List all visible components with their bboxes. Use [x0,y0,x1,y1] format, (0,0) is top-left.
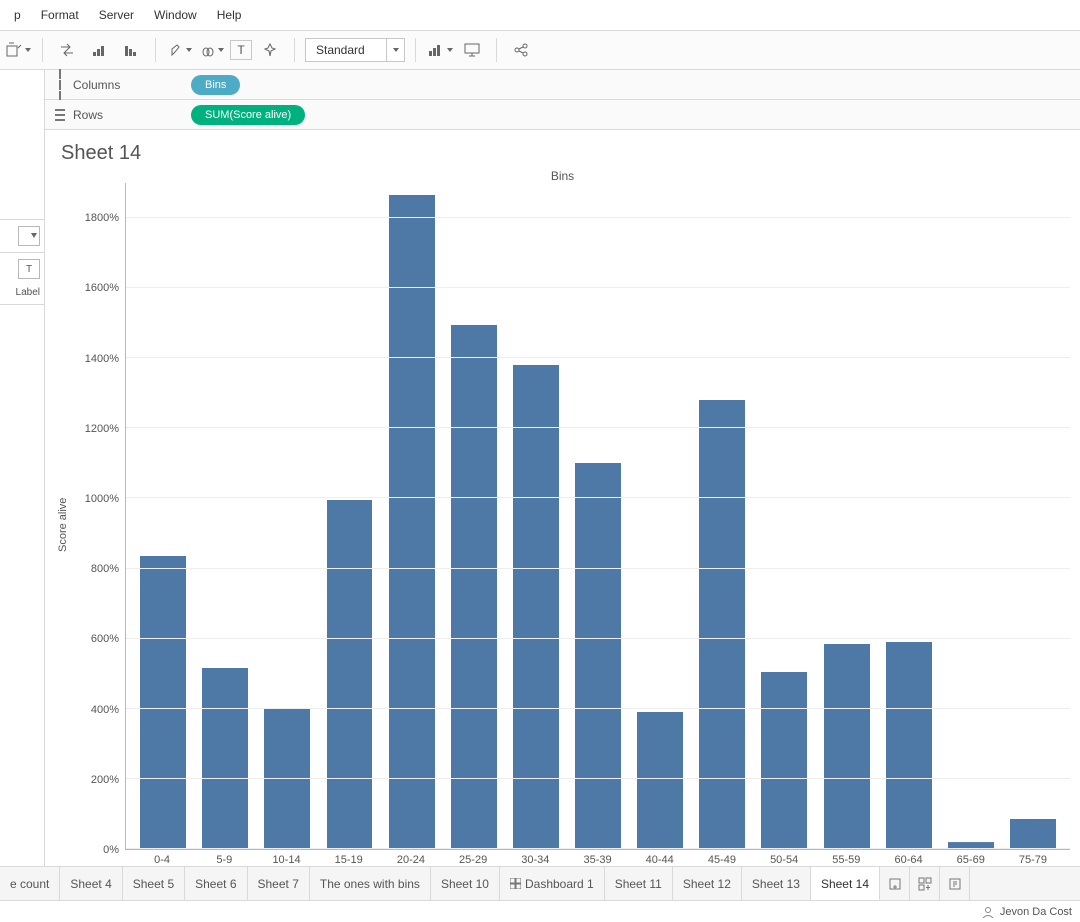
bar[interactable] [513,365,559,849]
bar[interactable] [389,195,435,849]
sheet-tab[interactable]: Sheet 6 [185,867,247,900]
pin-button[interactable] [256,36,284,64]
menu-item-server[interactable]: Server [91,4,142,26]
chart-axis-title-top: Bins [55,169,1070,183]
sheet-tabs: e countSheet 4Sheet 5Sheet 6Sheet 7The o… [0,866,1080,900]
menu-bar: p Format Server Window Help [0,0,1080,30]
show-me-button[interactable] [426,36,454,64]
new-worksheet-button[interactable] [880,867,910,900]
columns-shelf[interactable]: Columns Bins [45,70,1080,100]
marks-dropdown[interactable] [18,226,40,246]
sheet-title[interactable]: Sheet 14 [61,142,1070,165]
presentation-button[interactable] [458,36,486,64]
x-tick: 0-4 [131,854,193,866]
bar[interactable] [699,400,745,849]
label-card-text: Label [4,287,40,298]
bar[interactable] [451,325,497,849]
x-tick: 30-34 [504,854,566,866]
bar[interactable] [824,644,870,849]
sheet-tab[interactable]: Sheet 11 [605,867,673,900]
left-side-panel: T Label [0,70,45,866]
sheet-tab[interactable]: Sheet 10 [431,867,500,900]
sort-asc-button[interactable] [85,36,113,64]
toolbar: T Standard [0,30,1080,70]
sheet-tab[interactable]: Sheet 12 [673,867,742,900]
x-tick: 35-39 [566,854,628,866]
status-user: Jevon Da Cost [1000,906,1072,918]
x-tick: 60-64 [877,854,939,866]
menu-item-format[interactable]: Format [33,4,87,26]
x-axis-ticks: 0-45-910-1415-1920-2425-2930-3435-3940-4… [125,850,1070,866]
bar[interactable] [1010,819,1056,849]
x-tick: 15-19 [318,854,380,866]
sheet-tab[interactable]: Sheet 7 [248,867,310,900]
y-axis-label: Score alive [55,183,71,866]
status-bar: Jevon Da Cost [0,900,1080,922]
y-axis-ticks: 0%200%400%600%800%1000%1200%1400%1600%18… [71,183,125,850]
sheet-tab[interactable]: Sheet 4 [60,867,122,900]
bar[interactable] [637,712,683,849]
chevron-down-icon [386,39,404,61]
chart-plot-area[interactable] [125,183,1070,850]
sheet-tab[interactable]: Sheet 13 [742,867,811,900]
x-tick: 10-14 [255,854,317,866]
x-tick: 55-59 [815,854,877,866]
show-labels-button[interactable]: T [230,40,252,60]
rows-icon [53,108,67,122]
label-card-button[interactable]: T [18,259,40,279]
fit-dropdown[interactable]: Standard [305,38,405,62]
sheet-tab[interactable]: Sheet 14 [811,866,880,900]
bar[interactable] [761,672,807,849]
x-tick: 40-44 [629,854,691,866]
fit-dropdown-value: Standard [306,43,386,57]
menu-item-help[interactable]: Help [209,4,250,26]
bar[interactable] [886,642,932,849]
new-story-button[interactable] [940,867,970,900]
rows-pill[interactable]: SUM(Score alive) [191,105,305,125]
swap-button[interactable] [53,36,81,64]
x-tick: 20-24 [380,854,442,866]
x-tick: 50-54 [753,854,815,866]
user-icon [982,906,994,918]
group-button[interactable] [198,36,226,64]
x-tick: 75-79 [1002,854,1064,866]
highlight-button[interactable] [166,36,194,64]
worksheet-view: Sheet 14 Bins Score alive 0%200%400%600%… [45,130,1080,866]
bar[interactable] [202,668,248,849]
clear-sheet-button[interactable] [4,36,32,64]
x-tick: 25-29 [442,854,504,866]
bar[interactable] [327,500,373,849]
x-tick: 65-69 [940,854,1002,866]
columns-pill[interactable]: Bins [191,75,240,95]
columns-shelf-label: Columns [73,78,191,92]
sheet-tab[interactable]: Sheet 5 [123,867,185,900]
bar[interactable] [575,463,621,849]
dashboard-icon [510,878,521,889]
rows-shelf[interactable]: Rows SUM(Score alive) [45,100,1080,130]
x-tick: 45-49 [691,854,753,866]
main-area: T Label Columns Bins Rows SUM(Score aliv… [0,70,1080,866]
menu-item-window[interactable]: Window [146,4,205,26]
columns-icon [53,69,67,101]
new-dashboard-button[interactable] [910,867,940,900]
x-tick: 5-9 [193,854,255,866]
sheet-tab[interactable]: e count [0,867,60,900]
sort-desc-button[interactable] [117,36,145,64]
rows-shelf-label: Rows [73,108,191,122]
bar[interactable] [140,556,186,849]
sheet-tab[interactable]: Dashboard 1 [500,867,605,900]
sheet-tab[interactable]: The ones with bins [310,867,431,900]
share-button[interactable] [507,36,535,64]
menu-item[interactable]: p [6,4,29,26]
